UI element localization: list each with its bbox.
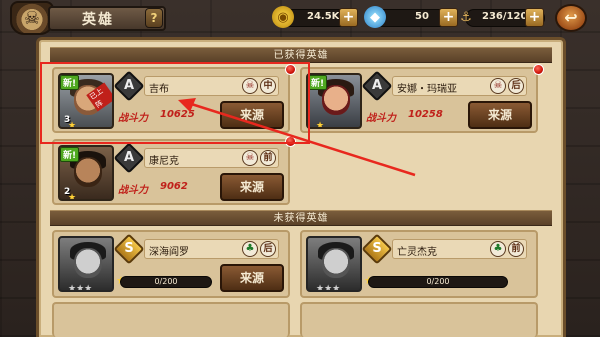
position-badge: 前 bbox=[260, 150, 276, 166]
face-shape bbox=[74, 248, 102, 278]
position-badge: 后 bbox=[508, 78, 524, 94]
rank-letter: S bbox=[124, 241, 134, 256]
star-rating: ★★★ bbox=[68, 284, 93, 292]
star-rating: ★★★ bbox=[316, 284, 341, 292]
hero-name: 深海阎罗 bbox=[149, 247, 189, 258]
name-plate: 深海阎罗 ♣ 后 bbox=[144, 239, 279, 259]
page-title: 英雄 bbox=[82, 12, 114, 28]
hero-card-partial bbox=[300, 302, 538, 337]
gem-icon: ◆ bbox=[364, 6, 386, 28]
name-plate: 安娜・玛瑞亚 ☠ 后 bbox=[392, 76, 527, 96]
power-value: 10258 bbox=[408, 109, 443, 120]
add-gold-button[interactable]: + bbox=[339, 8, 358, 27]
name-plate: 康尼克 ☠ 前 bbox=[144, 148, 279, 168]
hero-card-unowned[interactable]: ★★★ S 深海阎罗 ♣ 后 ★ 0/200 来源 bbox=[52, 230, 290, 298]
hero-card-unowned[interactable]: ★★★ S 亡灵杰克 ♣ 前 ★ 0/200 bbox=[300, 230, 538, 298]
rank-letter: A bbox=[371, 78, 383, 93]
fragment-progress: 0/200 bbox=[368, 276, 508, 288]
star-rating: ★ bbox=[68, 193, 77, 201]
hero-card-owned[interactable]: 新! ★ A 安娜・玛瑞亚 ☠ 后 战斗力 10258 来源 bbox=[300, 67, 538, 133]
gem-value: 50 bbox=[415, 11, 429, 22]
new-tag: 新! bbox=[308, 75, 328, 90]
source-button[interactable]: 来源 bbox=[220, 264, 284, 292]
skull-role-icon: ☠ bbox=[490, 78, 506, 94]
hero-name: 康尼克 bbox=[149, 156, 179, 167]
unowned-section-header: 未获得英雄 bbox=[50, 210, 552, 226]
anchor-icon: ⚓ bbox=[460, 9, 472, 25]
rank-badge: A bbox=[113, 142, 145, 174]
role-icon: ♣ bbox=[242, 241, 258, 257]
hero-name: 亡灵杰克 bbox=[397, 247, 437, 258]
stamina-value: 236/120 bbox=[482, 11, 528, 22]
rank-badge: S bbox=[361, 233, 393, 265]
hero-name: 安娜・玛瑞亚 bbox=[397, 84, 457, 95]
hero-portrait: ★★★ bbox=[58, 236, 114, 292]
hero-portrait: ★★★ bbox=[306, 236, 362, 292]
star-rating: ★ bbox=[316, 121, 325, 129]
owned-section-header: 已获得英雄 bbox=[50, 47, 552, 63]
position-badge: 后 bbox=[260, 241, 276, 257]
hero-card-partial bbox=[52, 302, 290, 337]
add-stamina-button[interactable]: + bbox=[525, 8, 544, 27]
new-tag: 新! bbox=[60, 147, 80, 162]
hero-portrait: 新! ★ bbox=[306, 73, 362, 129]
gold-coin-icon: ◉ bbox=[272, 6, 294, 28]
position-badge: 前 bbox=[508, 241, 524, 257]
power-label: 战斗力 bbox=[366, 113, 396, 124]
fragment-progress: 0/200 bbox=[120, 276, 212, 288]
gold-value: 24.5K bbox=[307, 11, 340, 22]
skull-role-icon: ☠ bbox=[242, 150, 258, 166]
top-bar: ☠ 英雄 ? ◉ 24.5K + ◆ 50 + ⚓ 236/120 + ↩ bbox=[0, 0, 600, 36]
rank-letter: S bbox=[372, 241, 382, 256]
highlight-box bbox=[40, 62, 310, 144]
power-value: 9062 bbox=[160, 181, 188, 192]
help-button[interactable]: ? bbox=[145, 8, 163, 28]
rank-letter: A bbox=[123, 150, 135, 165]
power-label: 战斗力 bbox=[118, 185, 148, 196]
back-button[interactable]: ↩ bbox=[555, 4, 587, 32]
role-icon: ♣ bbox=[490, 241, 506, 257]
name-plate: 亡灵杰克 ♣ 前 bbox=[392, 239, 527, 259]
face-shape bbox=[322, 248, 350, 278]
source-button[interactable]: 来源 bbox=[468, 101, 532, 129]
hero-card-owned[interactable]: 新! 2 ★ A 康尼克 ☠ 前 战斗力 9062 来源 bbox=[52, 139, 290, 205]
hero-portrait: 新! 2 ★ bbox=[58, 145, 114, 201]
notification-dot bbox=[533, 64, 544, 75]
rank-badge: S bbox=[113, 233, 145, 265]
rank-badge: A bbox=[361, 70, 393, 102]
source-button[interactable]: 来源 bbox=[220, 173, 284, 201]
